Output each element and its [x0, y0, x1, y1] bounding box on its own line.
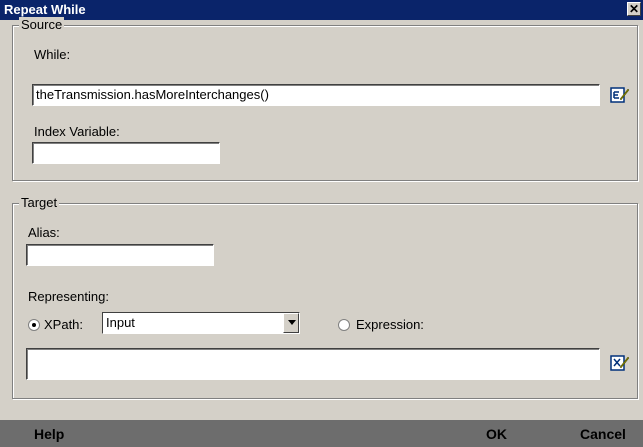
dialog-title: Repeat While: [4, 2, 86, 17]
alias-label: Alias:: [28, 225, 60, 240]
expression-label: Expression:: [356, 317, 424, 332]
index-variable-field[interactable]: [32, 142, 220, 164]
button-bar: Help OK Cancel: [0, 420, 643, 447]
expression-field[interactable]: [26, 348, 600, 380]
xpath-select[interactable]: Input: [102, 312, 300, 334]
help-button[interactable]: Help: [34, 426, 64, 442]
alias-field[interactable]: [26, 244, 214, 266]
edit-xpath-icon[interactable]: [610, 354, 630, 372]
xpath-selected-value: Input: [106, 315, 135, 330]
while-field[interactable]: theTransmission.hasMoreInterchanges(): [32, 84, 600, 106]
xpath-label: XPath:: [44, 317, 84, 332]
close-icon: ✕: [628, 2, 640, 16]
title-bar: Repeat While ✕: [0, 0, 643, 20]
expression-radio[interactable]: [338, 319, 350, 331]
index-variable-label: Index Variable:: [34, 124, 120, 139]
source-legend: Source: [19, 17, 65, 32]
cancel-button[interactable]: Cancel: [580, 426, 626, 442]
target-legend: Target: [19, 195, 60, 210]
edit-expression-icon[interactable]: [610, 86, 630, 104]
dialog-body: Source While: theTransmission.hasMoreInt…: [0, 17, 643, 420]
close-button[interactable]: ✕: [627, 2, 641, 16]
chevron-down-icon[interactable]: [283, 313, 299, 333]
xpath-radio[interactable]: [28, 319, 40, 331]
while-label: While:: [34, 47, 71, 62]
representing-label: Representing:: [28, 289, 109, 304]
ok-button[interactable]: OK: [486, 426, 507, 442]
